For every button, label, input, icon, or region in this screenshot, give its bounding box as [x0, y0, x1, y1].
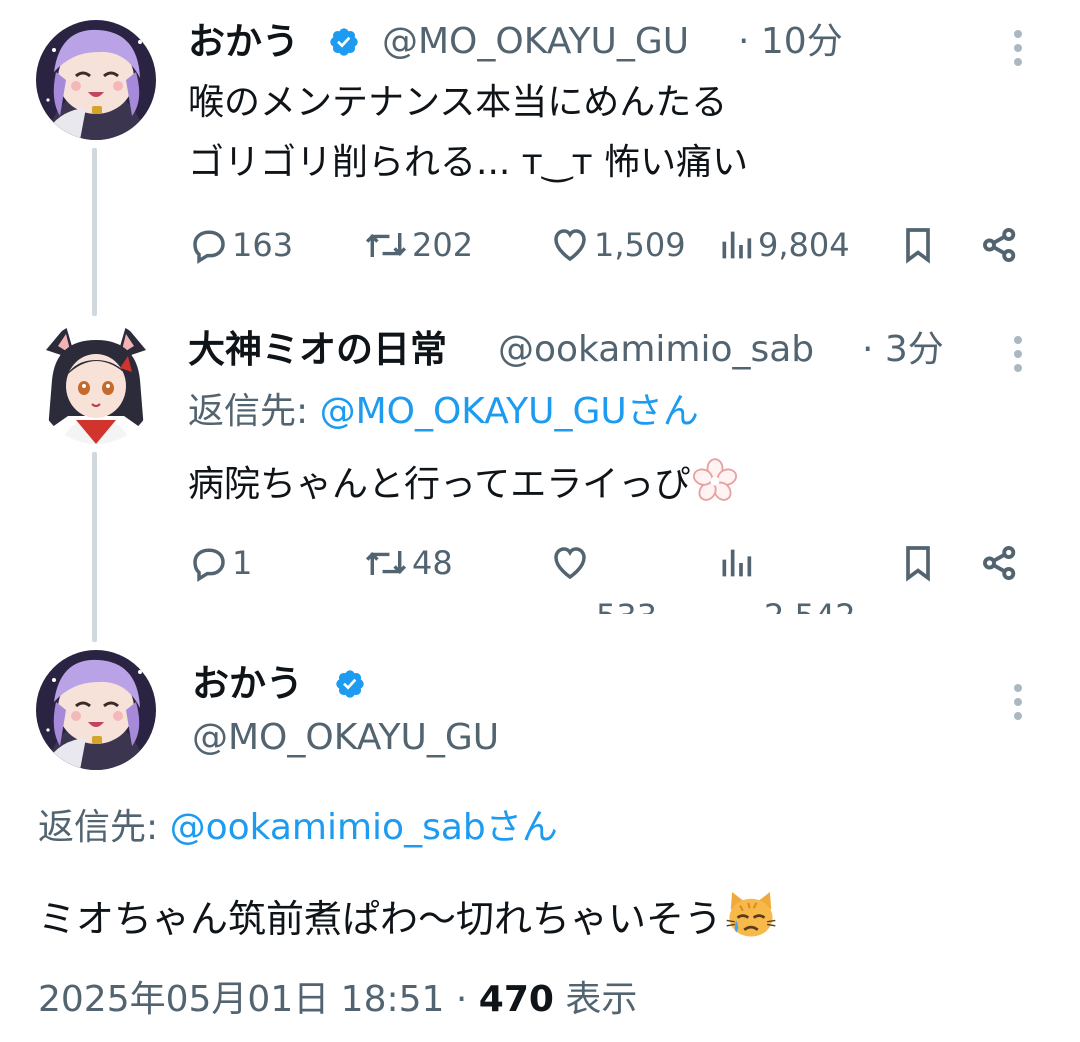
tweet-text-content: ミオちゃん筑前煮ぱわ〜切れちゃいそう [38, 897, 723, 941]
views-icon [722, 231, 752, 259]
author-name[interactable]: おかう [192, 662, 303, 706]
like-button[interactable] [548, 542, 592, 584]
author-handle[interactable]: @MO_OKAYU_GU [382, 20, 689, 64]
tweet-text: 病院ちゃんと行ってエライっぴ [188, 458, 738, 512]
more-options-icon[interactable] [1012, 30, 1024, 72]
heart-icon [554, 547, 586, 580]
verified-badge-icon [336, 670, 364, 698]
author-name[interactable]: おかう [188, 20, 299, 64]
like-button[interactable]: 1,509 [548, 224, 686, 266]
reply-to-prefix: 返信先: [188, 391, 320, 432]
views-button[interactable] [716, 542, 756, 584]
author-handle[interactable]: @ookamimio_sab [498, 328, 814, 372]
thread-connector-line [92, 148, 97, 316]
views-button[interactable]: 9,804 [716, 224, 850, 266]
retweet-count: 202 [412, 226, 474, 264]
reply-count: 1 [232, 544, 253, 582]
tweet-timestamp: 2025年05月01日 18:51 · 470 表示 [38, 978, 637, 1022]
reply-button[interactable]: 1 [188, 542, 252, 584]
tweet-text-content: 病院ちゃんと行ってエライっぴ [188, 464, 691, 505]
retweet-count: 48 [412, 544, 453, 582]
reply-icon [193, 230, 225, 264]
views-icon [722, 549, 752, 577]
share-icon[interactable] [978, 224, 1022, 266]
okayu-avatar[interactable] [36, 20, 156, 140]
reply-to-link[interactable]: @ookamimio_sabさん [170, 807, 558, 848]
author-handle[interactable]: @MO_OKAYU_GU [192, 716, 499, 760]
crying-cat-icon [726, 892, 776, 937]
reply-button[interactable]: 163 [188, 224, 293, 266]
tweet-text-line: ゴリゴリ削られる... ᴛ‿ᴛ 怖い痛い [188, 142, 749, 183]
verified-badge-icon [330, 28, 358, 56]
retweet-button[interactable]: 202 [362, 224, 473, 266]
tweet-text-line: 喉のメンテナンス本当にめんたる [188, 82, 728, 123]
reply-to-line: 返信先: @ookamimio_sabさん [38, 806, 558, 850]
bookmark-icon[interactable] [898, 542, 938, 584]
views-count: 470 [478, 979, 554, 1020]
retweet-icon [365, 233, 407, 257]
reply-to-prefix: 返信先: [38, 807, 170, 848]
tweet-time[interactable]: · 10分 [738, 20, 843, 64]
reply-icon [193, 548, 225, 582]
tweet-text: ミオちゃん筑前煮ぱわ〜切れちゃいそう [38, 888, 778, 947]
views-count: 9,804 [758, 226, 850, 264]
share-icon[interactable] [978, 542, 1022, 584]
more-options-icon[interactable] [1012, 336, 1024, 378]
retweet-button[interactable]: 48 [362, 542, 453, 584]
retweet-icon [365, 551, 407, 575]
reply-count: 163 [232, 226, 294, 264]
tweet-time[interactable]: · 3分 [862, 328, 944, 372]
reply-to-link[interactable]: @MO_OKAYU_GUさん [320, 391, 699, 432]
more-options-icon[interactable] [1012, 684, 1024, 726]
okayu-avatar[interactable] [36, 650, 156, 770]
like-count: 533 [596, 596, 657, 614]
views-count: 2,542 [764, 596, 856, 614]
timestamp-text[interactable]: 2025年05月01日 18:51 · [38, 979, 479, 1020]
sakura-icon [693, 458, 738, 501]
bookmark-icon[interactable] [898, 224, 938, 266]
reply-to-line: 返信先: @MO_OKAYU_GUさん [188, 390, 699, 434]
mio-avatar[interactable] [36, 320, 156, 444]
heart-icon [554, 229, 586, 262]
animating-counts: 533 2,542 [0, 588, 1080, 614]
like-count: 1,509 [594, 226, 686, 264]
views-label: 表示 [553, 979, 638, 1020]
author-name[interactable]: 大神ミオの日常 [188, 328, 447, 372]
